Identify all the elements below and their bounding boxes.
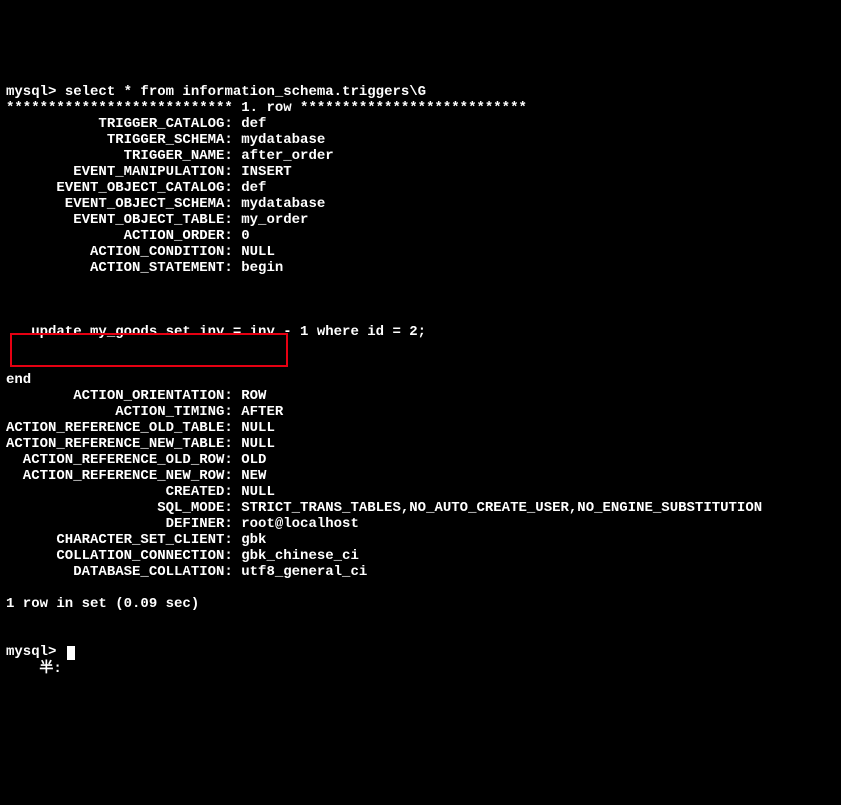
output-row: EVENT_MANIPULATION: INSERT <box>6 164 835 180</box>
output-row: ACTION_ORDER: 0 <box>6 228 835 244</box>
output-row: TRIGGER_NAME: after_order <box>6 148 835 164</box>
prompt[interactable]: mysql> <box>6 644 65 660</box>
output-row: ACTION_STATEMENT: begin <box>6 260 835 276</box>
output-row: COLLATION_CONNECTION: gbk_chinese_ci <box>6 548 835 564</box>
output-row: DATABASE_COLLATION: utf8_general_ci <box>6 564 835 580</box>
blank-line <box>6 340 835 356</box>
output-row: EVENT_OBJECT_CATALOG: def <box>6 180 835 196</box>
output-row: ACTION_REFERENCE_NEW_TABLE: NULL <box>6 436 835 452</box>
output-row: ACTION_ORIENTATION: ROW <box>6 388 835 404</box>
output-row: ACTION_TIMING: AFTER <box>6 404 835 420</box>
sql-command: select * from information_schema.trigger… <box>65 84 426 100</box>
output-row: CHARACTER_SET_CLIENT: gbk <box>6 532 835 548</box>
output-row: ACTION_REFERENCE_NEW_ROW: NEW <box>6 468 835 484</box>
output-row: ACTION_REFERENCE_OLD_TABLE: NULL <box>6 420 835 436</box>
output-row: TRIGGER_SCHEMA: mydatabase <box>6 132 835 148</box>
blank-line <box>6 612 835 628</box>
statement-body: update my_goods set inv = inv - 1 where … <box>6 324 426 340</box>
result-footer: 1 row in set (0.09 sec) <box>6 596 199 612</box>
output-row: ACTION_REFERENCE_OLD_ROW: OLD <box>6 452 835 468</box>
output-row: DEFINER: root@localhost <box>6 516 835 532</box>
cursor[interactable] <box>67 646 75 660</box>
prompt: mysql> <box>6 84 65 100</box>
ime-indicator <box>6 661 39 675</box>
output-row: EVENT_OBJECT_SCHEMA: mydatabase <box>6 196 835 212</box>
output-row: EVENT_OBJECT_TABLE: my_order <box>6 212 835 228</box>
output-row: TRIGGER_CATALOG: def <box>6 116 835 132</box>
ime-label: 半: <box>39 661 61 677</box>
row-separator: *************************** 1. row *****… <box>6 100 527 116</box>
blank-line <box>6 292 835 308</box>
output-row: CREATED: NULL <box>6 484 835 500</box>
output-row: SQL_MODE: STRICT_TRANS_TABLES,NO_AUTO_CR… <box>6 500 835 516</box>
end-line: end <box>6 372 31 388</box>
output-row: ACTION_CONDITION: NULL <box>6 244 835 260</box>
terminal-output: mysql> select * from information_schema.… <box>6 68 835 693</box>
